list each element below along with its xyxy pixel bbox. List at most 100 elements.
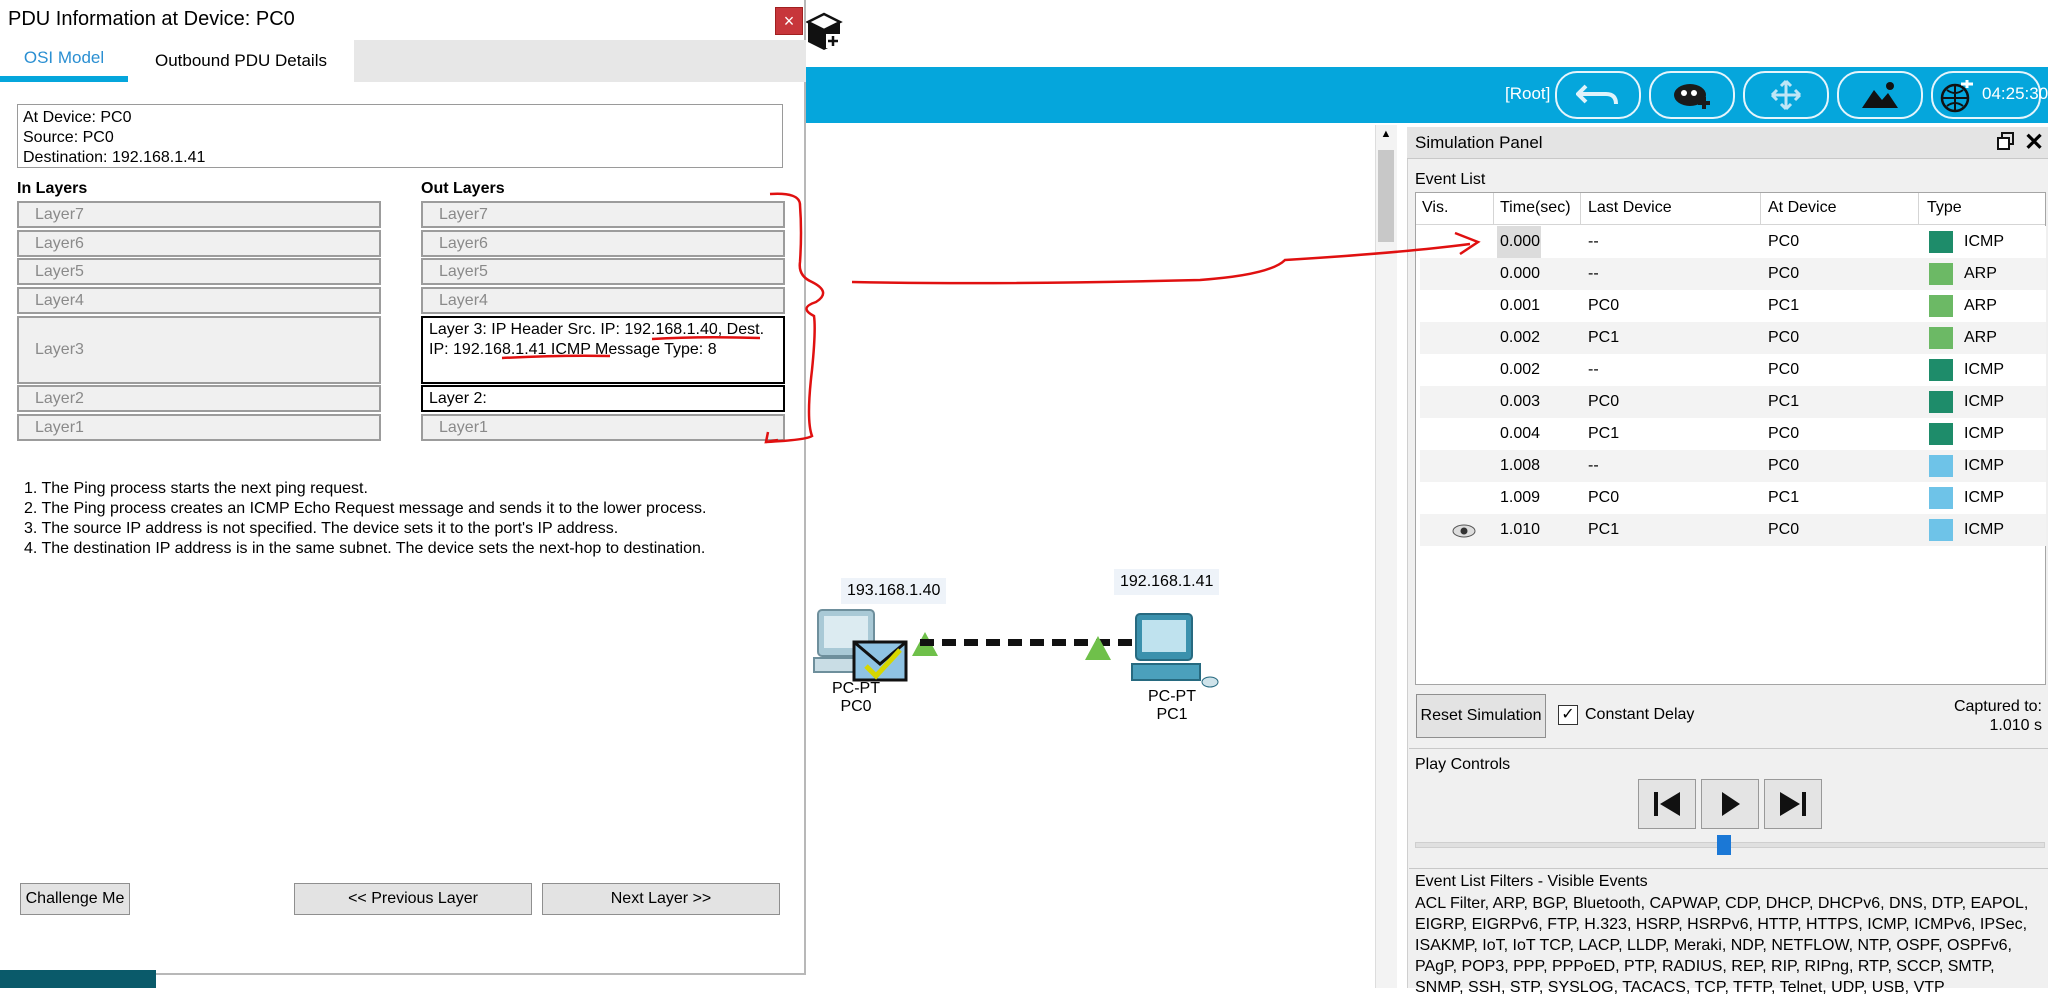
- out-layer-3-suffix: ICMP Message Type: 8: [546, 341, 717, 358]
- eye-icon[interactable]: [1452, 523, 1476, 538]
- pdu-envelope-icon[interactable]: [852, 640, 910, 684]
- move-button[interactable]: [1743, 71, 1829, 119]
- event-color-swatch[interactable]: [1929, 423, 1953, 445]
- event-time: 1.009: [1500, 489, 1541, 506]
- event-type: ICMP: [1964, 425, 2004, 442]
- tab-osi-model[interactable]: OSI Model: [0, 40, 128, 82]
- play-speed-slider-thumb[interactable]: [1717, 835, 1731, 855]
- in-layers-header: In Layers: [17, 180, 88, 197]
- col-vis[interactable]: Vis.: [1422, 199, 1448, 217]
- reset-simulation-button[interactable]: Reset Simulation: [1416, 694, 1546, 738]
- restore-window-icon[interactable]: [1997, 131, 2015, 151]
- dialog-title: PDU Information at Device: PC0: [8, 8, 295, 30]
- col-type[interactable]: Type: [1927, 199, 1962, 217]
- event-at-device: PC1: [1768, 489, 1800, 506]
- logical-workspace[interactable]: [805, 123, 1375, 988]
- step-back-button[interactable]: [1638, 779, 1696, 829]
- out-layer-4[interactable]: Layer4: [421, 287, 785, 314]
- event-last-device: PC1: [1588, 521, 1620, 538]
- pc0-name-label: PC0: [840, 698, 872, 715]
- constant-delay-checkbox[interactable]: ✓: [1558, 705, 1578, 725]
- event-color-swatch[interactable]: [1929, 391, 1953, 413]
- cloud-add-button[interactable]: [1649, 71, 1735, 119]
- event-last-device: --: [1588, 361, 1599, 378]
- step-line: 3. The source IP address is not specifie…: [24, 520, 619, 537]
- tab-bar-fill: [354, 40, 806, 82]
- play-button[interactable]: [1701, 779, 1759, 829]
- event-filters-list: ACL Filter, ARP, BGP, Bluetooth, CAPWAP,…: [1415, 895, 2029, 996]
- cloud-add-icon: [1674, 84, 1710, 109]
- event-last-device: --: [1588, 457, 1599, 474]
- event-color-swatch[interactable]: [1929, 487, 1953, 509]
- play-icon: [1722, 792, 1740, 816]
- dialog-close-button[interactable]: ×: [775, 7, 803, 35]
- pc0-model-label: PC-PT: [832, 680, 880, 697]
- out-layer-7[interactable]: Layer7: [421, 201, 785, 228]
- panel-close-icon[interactable]: ✕: [2024, 128, 2044, 157]
- out-layer-6[interactable]: Layer6: [421, 230, 785, 257]
- in-layer-4[interactable]: Layer4: [17, 287, 381, 314]
- step-forward-button[interactable]: [1764, 779, 1822, 829]
- event-at-device: PC0: [1768, 521, 1800, 538]
- divider: [1409, 748, 2048, 749]
- at-device-line: At Device: PC0: [23, 109, 132, 126]
- event-time: 0.001: [1500, 297, 1541, 314]
- event-time: 0.000: [1497, 226, 1541, 258]
- in-layer-7[interactable]: Layer7: [17, 201, 381, 228]
- source-line: Source: PC0: [23, 129, 114, 146]
- step-line: 2. The Ping process creates an ICMP Echo…: [24, 500, 707, 517]
- col-at-device[interactable]: At Device: [1768, 199, 1836, 217]
- tab-outbound-pdu-details[interactable]: Outbound PDU Details: [128, 40, 354, 82]
- out-layer-5[interactable]: Layer5: [421, 258, 785, 285]
- event-time: 0.000: [1500, 265, 1541, 282]
- event-at-device: PC0: [1768, 329, 1800, 346]
- in-layer-5[interactable]: Layer5: [17, 258, 381, 285]
- move-icon: [1770, 79, 1802, 111]
- root-label[interactable]: [Root]: [1505, 84, 1550, 104]
- in-layer-6[interactable]: Layer6: [17, 230, 381, 257]
- step-forward-icon: [1780, 792, 1806, 816]
- step-line: 1. The Ping process starts the next ping…: [24, 480, 368, 497]
- event-color-swatch[interactable]: [1929, 327, 1953, 349]
- scrollbar-thumb[interactable]: [1378, 150, 1394, 242]
- out-layer-3[interactable]: Layer 3: IP Header Src. IP: 192.168.1.40…: [421, 316, 785, 384]
- divider: [1409, 868, 2048, 869]
- event-time: 0.003: [1500, 393, 1541, 410]
- next-layer-button[interactable]: Next Layer >>: [542, 883, 780, 915]
- event-type: ICMP: [1964, 457, 2004, 474]
- scroll-up-icon[interactable]: ▲: [1379, 128, 1393, 142]
- cube-add-icon[interactable]: [804, 10, 844, 54]
- event-last-device: --: [1588, 265, 1599, 282]
- play-controls-label: Play Controls: [1415, 756, 1511, 773]
- event-color-swatch[interactable]: [1929, 231, 1953, 253]
- event-type: ICMP: [1964, 489, 2004, 506]
- column-divider: [1760, 193, 1761, 225]
- col-last-device[interactable]: Last Device: [1588, 199, 1672, 217]
- step-line: 4. The destination IP address is in the …: [24, 540, 706, 557]
- event-color-swatch[interactable]: [1929, 455, 1953, 477]
- out-layer-2[interactable]: Layer 2:: [421, 385, 785, 412]
- out-layer-1[interactable]: Layer1: [421, 414, 785, 441]
- workspace-scrollbar[interactable]: [1375, 125, 1397, 988]
- event-last-device: --: [1588, 233, 1599, 250]
- destination-line: Destination: 192.168.1.41: [23, 149, 206, 166]
- pc1-device[interactable]: [1130, 612, 1222, 692]
- out-layers-header: Out Layers: [421, 180, 505, 197]
- event-color-swatch[interactable]: [1929, 295, 1953, 317]
- background-image-button[interactable]: [1837, 71, 1923, 119]
- event-color-swatch[interactable]: [1929, 519, 1953, 541]
- pc0-ip-label: 193.168.1.40: [841, 578, 947, 604]
- challenge-me-button[interactable]: Challenge Me: [20, 883, 130, 915]
- landscape-icon: [1862, 82, 1898, 108]
- col-time[interactable]: Time(sec): [1500, 199, 1571, 217]
- back-button[interactable]: [1555, 71, 1641, 119]
- in-layer-1[interactable]: Layer1: [17, 414, 381, 441]
- previous-layer-button[interactable]: << Previous Layer: [294, 883, 532, 915]
- in-layer-2[interactable]: Layer2: [17, 385, 381, 412]
- event-type: ARP: [1964, 329, 1997, 346]
- in-layer-3[interactable]: Layer3: [17, 316, 381, 384]
- event-color-swatch[interactable]: [1929, 359, 1953, 381]
- event-type: ARP: [1964, 297, 1997, 314]
- back-arrow-icon: [1576, 84, 1618, 105]
- event-color-swatch[interactable]: [1929, 263, 1953, 285]
